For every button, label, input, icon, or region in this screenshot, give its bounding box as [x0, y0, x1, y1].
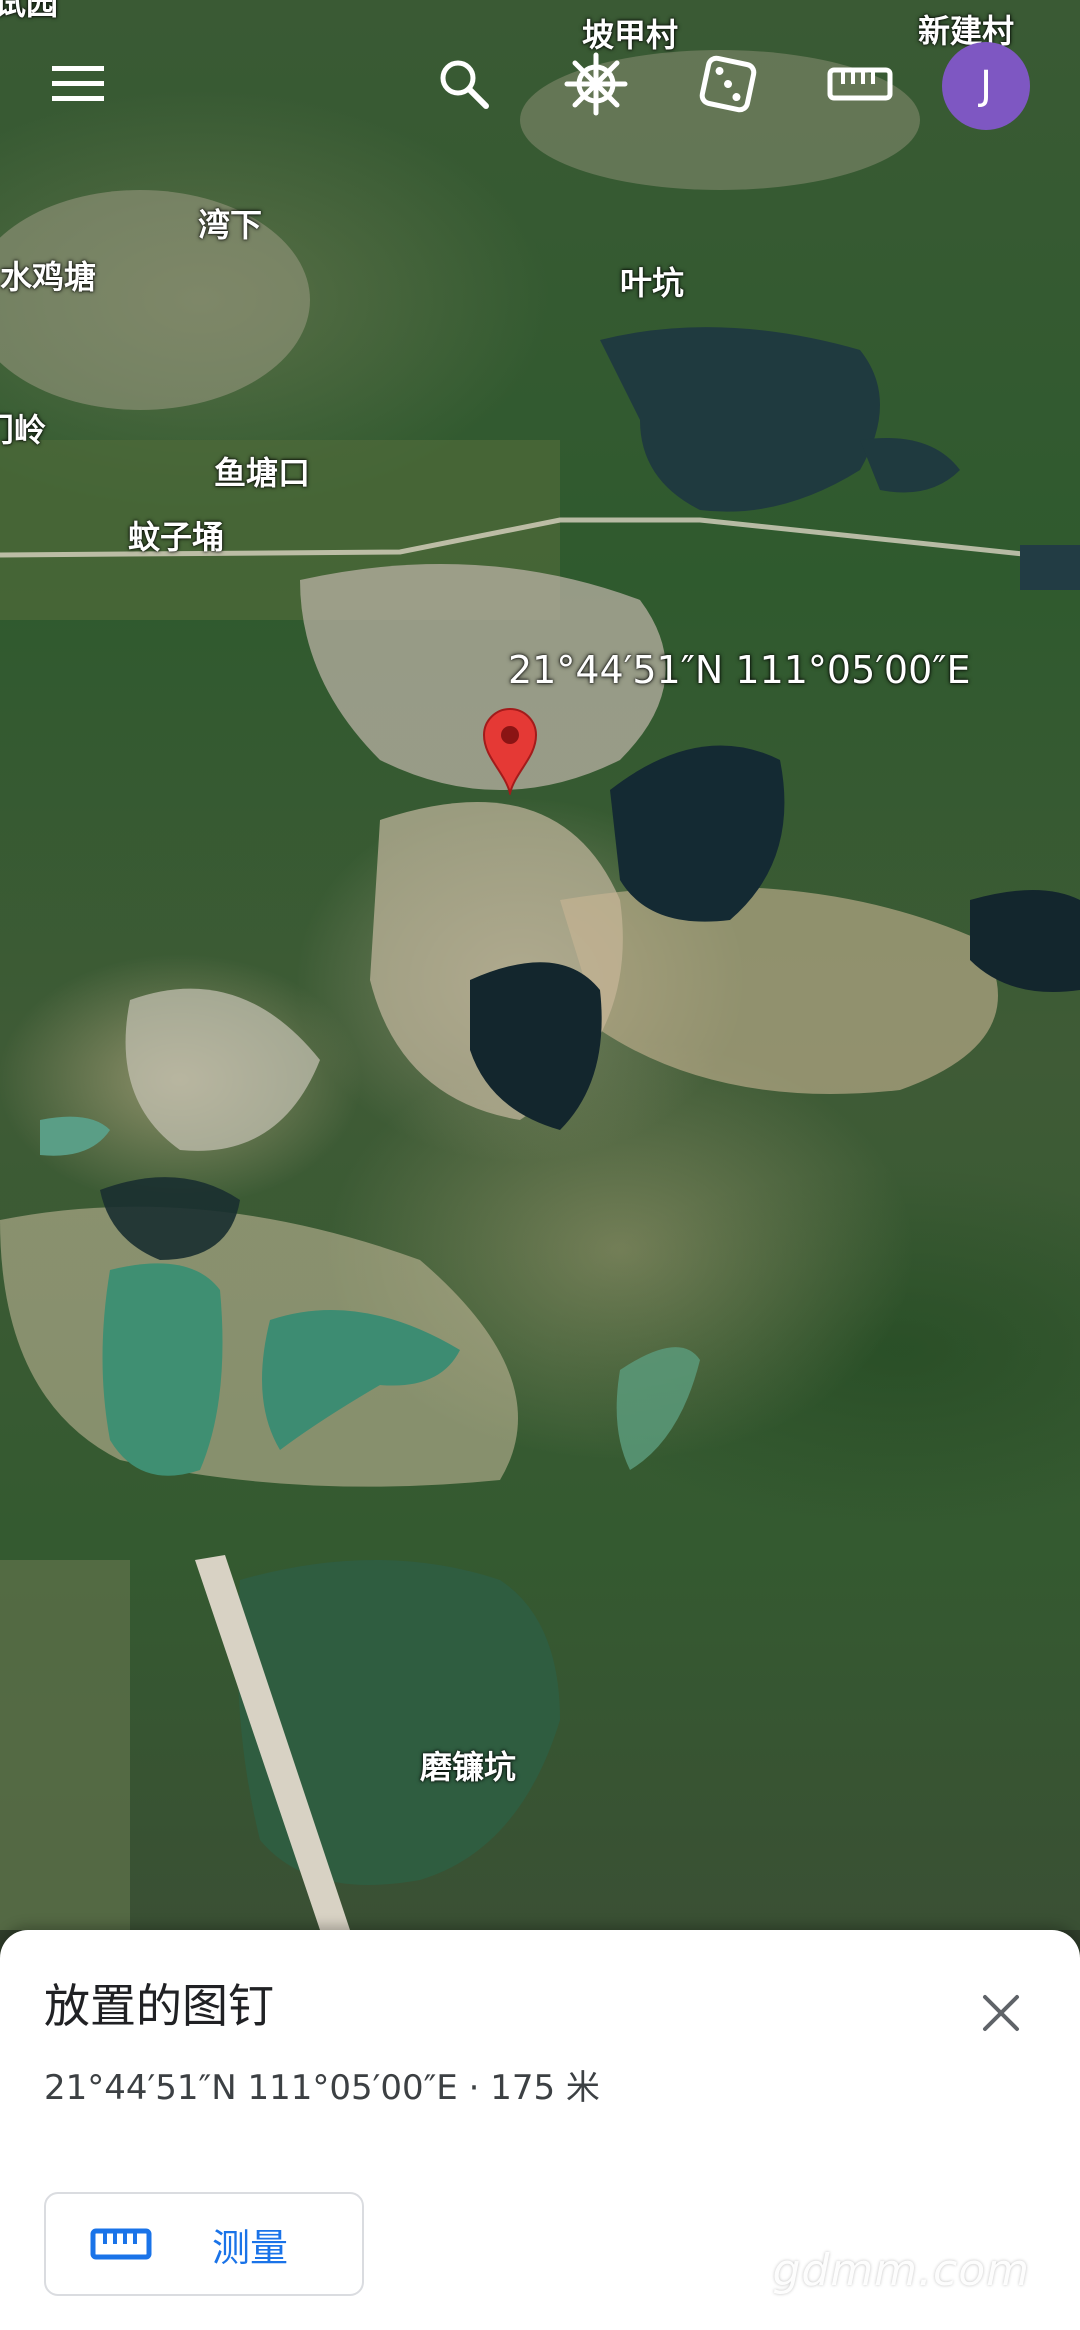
place-label-wanxia: 湾下 — [198, 206, 263, 244]
sheet-title: 放置的图钉 — [44, 1979, 274, 2033]
menu-icon — [50, 64, 106, 108]
dice-icon — [697, 53, 759, 119]
map-pin-icon[interactable] — [480, 705, 540, 795]
place-label-ling: 门岭 — [0, 411, 47, 449]
place-label-yekeng: 叶坑 — [620, 264, 685, 302]
search-button[interactable] — [424, 46, 504, 126]
measure-button-label: 测量 — [212, 2225, 289, 2270]
watermark: gdmm.com — [772, 2245, 1030, 2296]
place-label-molian: 磨镰坑 — [420, 1748, 517, 1786]
random-place-button[interactable] — [688, 46, 768, 126]
map-terrain — [0, 50, 1080, 1930]
place-label-partial: 试园 — [0, 0, 59, 22]
voyager-button[interactable] — [556, 46, 636, 126]
satellite-map[interactable]: 试园 坡甲村 新建村 湾下 水鸡塘 叶坑 门岭 鱼塘口 蚊子埇 磨镰坑 21°4… — [0, 0, 1080, 1930]
measure-tool-button[interactable] — [820, 46, 900, 126]
place-label-wenzi: 蚊子埇 — [128, 518, 225, 556]
avatar[interactable]: J — [942, 42, 1030, 130]
close-button[interactable] — [966, 1980, 1036, 2050]
menu-button[interactable] — [38, 46, 118, 126]
place-label-yutang: 鱼塘口 — [214, 454, 311, 492]
ruler-icon — [90, 2226, 152, 2262]
pin-coordinate-label: 21°44′51″N 111°05′00″E — [508, 648, 971, 692]
measure-button[interactable]: 测量 — [44, 2192, 364, 2296]
pin-details: 21°44′51″N 111°05′00″E · 175 米 — [44, 2068, 600, 2108]
place-label-shuiji: 水鸡塘 — [0, 258, 97, 296]
ruler-icon — [827, 64, 893, 108]
search-icon — [436, 56, 492, 116]
close-icon — [981, 1993, 1021, 2037]
top-toolbar: J — [0, 30, 1080, 140]
ship-wheel-icon — [564, 52, 628, 120]
